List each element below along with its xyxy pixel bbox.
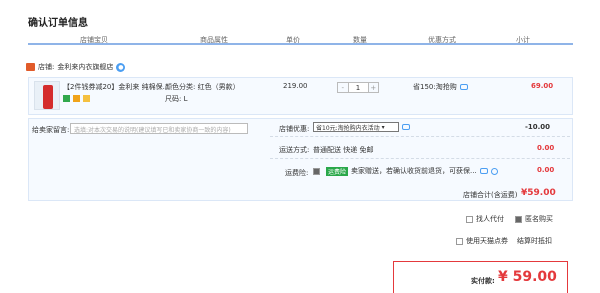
product-title[interactable]: 【2件钱券减20】金利来 纯棉保...: [63, 82, 173, 92]
attr-size: 尺码: L: [165, 95, 188, 103]
card-payment-icon: [83, 95, 91, 102]
insurance-row: 运费险 卖家赠送，若确认收货前退货，可获保...: [313, 166, 498, 176]
chevron-down-icon: ▾: [381, 123, 385, 131]
coupon-selected: 省10元:淘抢购内衣活动: [316, 124, 380, 132]
shop-name[interactable]: 金利来内衣旗舰店: [57, 62, 113, 72]
actual-pay-box: 实付款: ¥ 59.00: [393, 261, 568, 293]
shipping-label: 运送方式:: [279, 146, 310, 154]
col-qty: 数量: [353, 36, 367, 44]
anon-option: 匿名购买: [515, 214, 553, 224]
qty-plus-button[interactable]: +: [367, 83, 379, 92]
tmall-points-checkbox[interactable]: [456, 237, 463, 245]
quantity-stepper: - 1 +: [337, 82, 379, 93]
coupon-amount: -10.00: [525, 123, 551, 131]
remark-label: 给卖家留言:: [32, 126, 70, 134]
wangwang-chat-icon[interactable]: ●: [116, 62, 126, 72]
seven-day-return-icon: [63, 95, 70, 102]
item-subtotal: 69.00: [531, 82, 554, 90]
proxy-pay-checkbox[interactable]: [466, 215, 473, 223]
remark-input[interactable]: 选填:对本次交易的说明(建议填写已和卖家协商一致的内容): [70, 123, 248, 134]
col-discount: 优惠方式: [428, 36, 456, 44]
unit-price: 219.00: [283, 82, 308, 90]
col-attributes: 商品属性: [200, 36, 228, 44]
col-shop-item: 店铺宝贝: [80, 36, 108, 44]
col-subtotal: 小计: [516, 36, 530, 44]
col-price: 单价: [286, 36, 300, 44]
tmall-points-label: 使用天猫点券: [466, 237, 508, 245]
shipping-amount: 0.00: [537, 144, 555, 152]
divider: [270, 136, 570, 137]
anon-label: 匿名购买: [525, 215, 553, 223]
discount-text: 省150:淘抢购: [413, 83, 457, 91]
insurance-amount: 0.00: [537, 166, 555, 174]
insurance-badge: 运费险: [326, 166, 349, 176]
actual-pay-label: 实付款:: [471, 277, 495, 285]
qty-input[interactable]: 1: [348, 83, 368, 92]
discount-info-icon[interactable]: [459, 84, 468, 90]
shop-total-amount: ¥59.00: [521, 188, 556, 198]
insurance-checkbox[interactable]: [313, 167, 320, 175]
coupon-info-icon[interactable]: [402, 124, 410, 130]
coupon-select[interactable]: 省10元:淘抢购内衣活动 ▾: [313, 122, 399, 132]
tmall-points-option: 使用天猫点券: [456, 236, 508, 246]
insurance-info-icon[interactable]: [479, 168, 488, 174]
product-attributes: 颜色分类: 红色（男款） 尺码: L: [165, 82, 240, 104]
checkout-note: 结算时抵扣: [517, 237, 552, 245]
divider: [270, 158, 570, 159]
item-discount: 省150:淘抢购: [413, 82, 468, 92]
shipping-value: 普通配送 快递 免邮: [313, 146, 374, 154]
page-title: 确认订单信息: [28, 18, 88, 29]
product-person-figure: [43, 85, 53, 109]
product-info: 【2件钱券减20】金利来 纯棉保...: [63, 82, 173, 104]
insurance-label: 运费险:: [285, 169, 309, 177]
help-icon[interactable]: [490, 167, 498, 175]
shop-icon: [26, 63, 35, 71]
guarantee-icon: [73, 95, 81, 102]
qty-minus-button[interactable]: -: [338, 83, 349, 92]
actual-pay-amount: ¥ 59.00: [498, 269, 557, 285]
shop-line: 店铺: 金利来内衣旗舰店 ●: [26, 61, 126, 73]
proxy-pay-label: 找人代付: [476, 215, 504, 223]
proxy-pay-option: 找人代付: [466, 214, 504, 224]
product-badges: [63, 95, 173, 104]
shop-total-label: 店铺合计(含运费): [463, 191, 518, 199]
anon-checkbox[interactable]: [515, 215, 522, 223]
attr-color: 颜色分类: 红色（男款）: [165, 83, 240, 91]
coupon-label: 店铺优惠:: [279, 125, 310, 133]
product-thumbnail[interactable]: [34, 81, 60, 110]
insurance-desc: 卖家赠送，若确认收货前退货，可获保...: [351, 167, 477, 175]
shop-label: 店铺:: [38, 63, 55, 71]
table-header: 店铺宝贝 商品属性 单价 数量 优惠方式 小计: [28, 33, 573, 45]
